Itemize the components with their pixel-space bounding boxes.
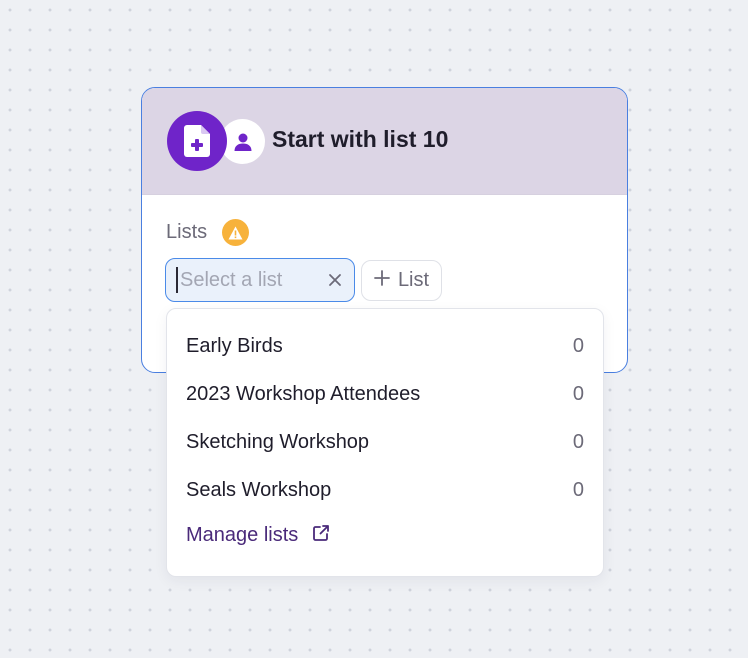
list-item-name: 2023 Workshop Attendees (186, 383, 421, 405)
warning-icon (222, 219, 249, 246)
list-item-count: 0 (572, 431, 584, 453)
list-item-name: Early Birds (186, 335, 283, 357)
list-item-count: 0 (572, 479, 584, 501)
list-item-count: 0 (572, 383, 584, 405)
list-item[interactable]: Sketching Workshop 0 (167, 418, 603, 466)
add-list-button[interactable]: List (361, 260, 442, 301)
lists-label: Lists (166, 221, 208, 243)
list-select[interactable] (165, 258, 355, 302)
add-document-icon (167, 111, 227, 171)
list-select-input[interactable] (176, 267, 320, 293)
manage-lists-link[interactable]: Manage lists (186, 524, 330, 547)
external-link-icon (312, 524, 330, 547)
list-item-count: 0 (572, 335, 584, 357)
list-item-name: Seals Workshop (186, 479, 332, 501)
plus-icon (374, 270, 390, 291)
manage-lists-label: Manage lists (186, 524, 299, 546)
node-title: Start with list 10 (272, 126, 449, 152)
list-item[interactable]: 2023 Workshop Attendees 0 (167, 370, 603, 418)
list-item[interactable]: Early Birds 0 (167, 322, 603, 370)
list-dropdown: Early Birds 0 2023 Workshop Attendees 0 … (166, 308, 604, 577)
add-list-label: List (397, 269, 430, 291)
list-item[interactable]: Seals Workshop 0 (167, 466, 603, 514)
close-icon[interactable] (326, 271, 344, 289)
list-item-name: Sketching Workshop (186, 431, 370, 453)
node-header: Start with list 10 (142, 88, 627, 195)
